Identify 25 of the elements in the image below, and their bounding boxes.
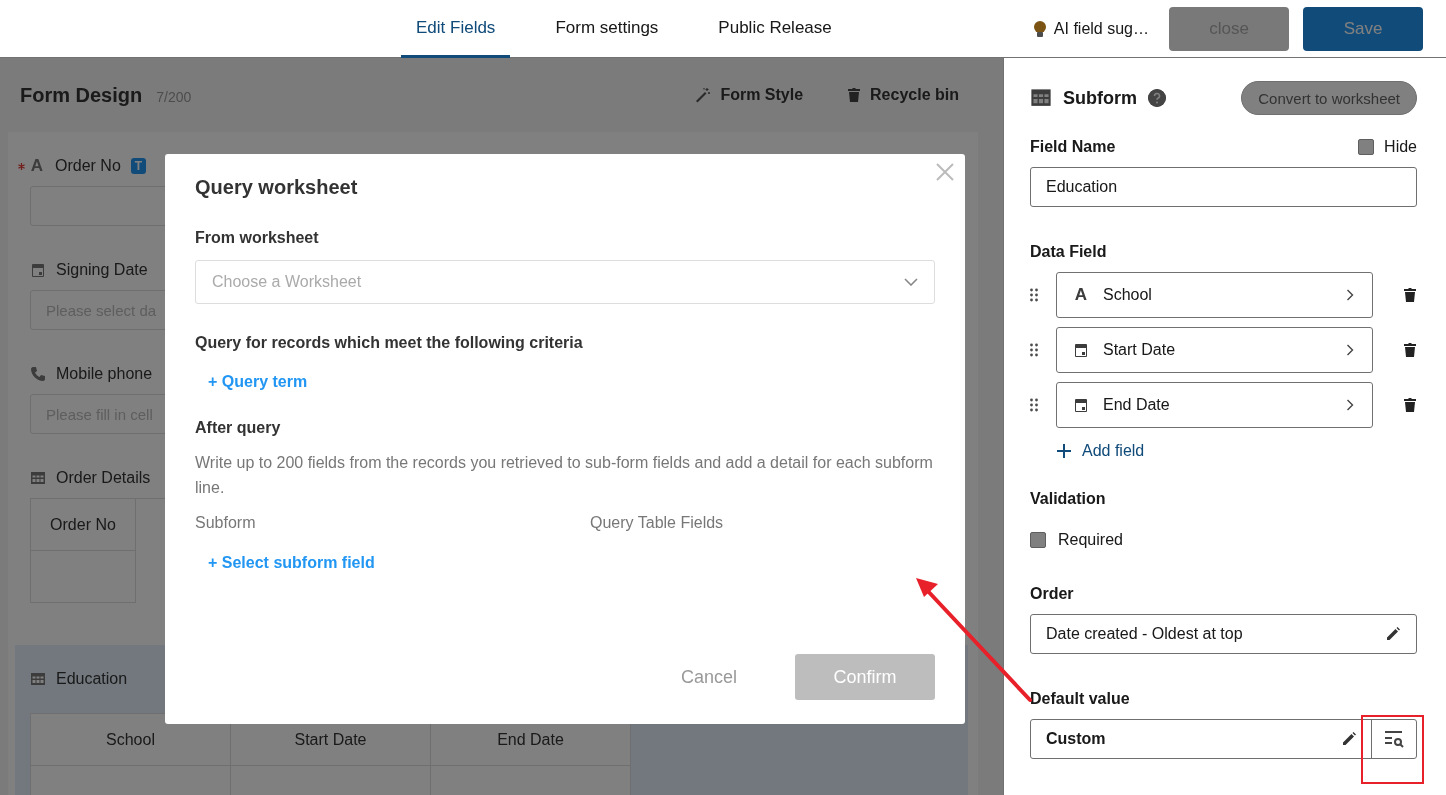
column-header: Query Table Fields: [590, 514, 725, 532]
field-label: Query for records which meet the following criteria: [195, 334, 584, 352]
section-title: Form Design: [20, 83, 143, 107]
checkbox-label: Hide: [1384, 138, 1417, 157]
field-label: Order: [1030, 585, 1075, 604]
text-type-icon: A: [1073, 285, 1089, 306]
checkbox-label: Required: [1058, 531, 1123, 550]
field-label: Data Field: [1030, 243, 1108, 262]
description-text: Write up to 200 fields from the records you retrieved to sub-form fields and add a detail for each subform line.: [195, 453, 934, 498]
field-label: Validation: [1030, 490, 1107, 509]
field-label: Mobile phone: [56, 365, 153, 383]
column-header: Order No: [31, 499, 136, 551]
field-label: Order No: [55, 157, 121, 175]
title-badge: T: [130, 158, 147, 174]
text-type-icon: A: [29, 156, 45, 176]
field-label: Order Details: [56, 469, 151, 487]
field-label: Signing Date: [56, 261, 148, 279]
field-label: Field Name: [1030, 138, 1116, 157]
field-label: From worksheet: [195, 229, 320, 247]
field-label: After query: [195, 419, 282, 437]
dialog-title: Query worksheet: [195, 176, 359, 199]
field-label: Default value: [1030, 690, 1131, 709]
column-header: Subform: [195, 514, 257, 532]
field-label: Education: [56, 670, 128, 688]
panel-title: Subform: [1063, 87, 1137, 109]
